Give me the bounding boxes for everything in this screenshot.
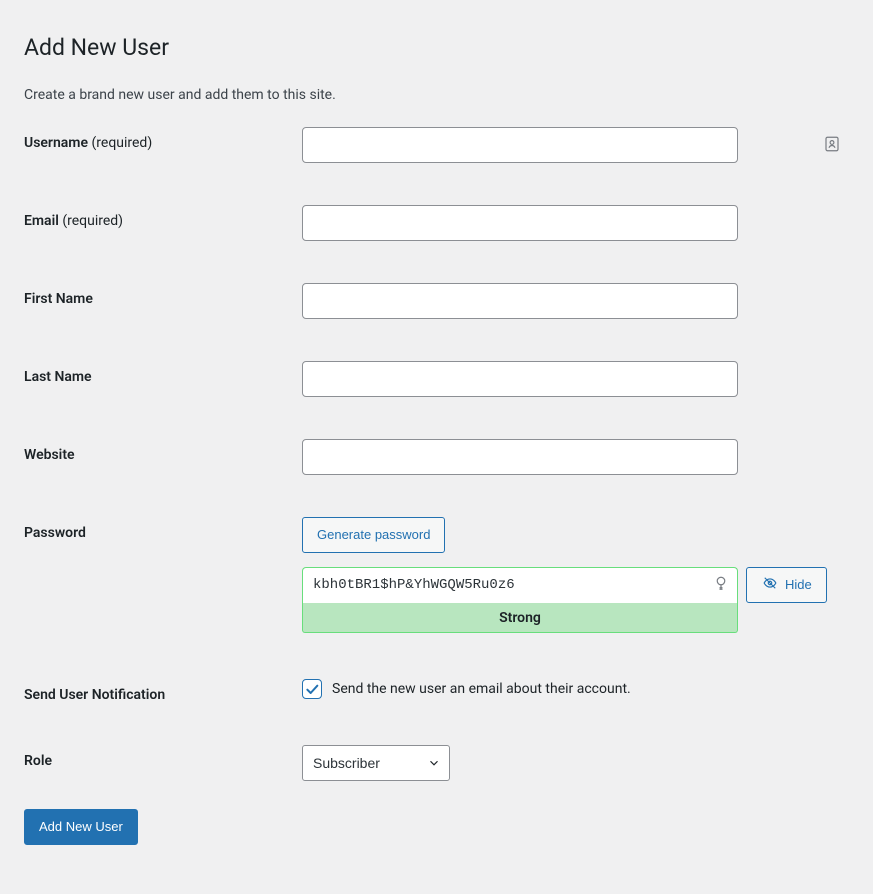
- key-icon: [712, 575, 730, 593]
- add-new-user-button[interactable]: Add New User: [24, 809, 138, 845]
- page-subtitle: Create a brand new user and add them to …: [24, 87, 849, 103]
- role-label: Role: [24, 745, 302, 769]
- website-label: Website: [24, 439, 302, 463]
- password-label: Password: [24, 517, 302, 541]
- role-select[interactable]: Subscriber: [302, 745, 450, 781]
- password-strength-meter: Strong: [302, 603, 738, 633]
- eye-slash-icon: [761, 576, 779, 593]
- generate-password-button[interactable]: Generate password: [302, 517, 445, 553]
- send-notification-description: Send the new user an email about their a…: [332, 681, 631, 697]
- email-input[interactable]: [302, 205, 738, 241]
- email-label: Email (required): [24, 205, 302, 229]
- password-input[interactable]: [302, 567, 738, 603]
- username-input[interactable]: [302, 127, 738, 163]
- send-notification-checkbox[interactable]: [302, 679, 322, 699]
- last-name-input[interactable]: [302, 361, 738, 397]
- hide-password-button[interactable]: Hide: [746, 567, 827, 603]
- first-name-label: First Name: [24, 283, 302, 307]
- first-name-input[interactable]: [302, 283, 738, 319]
- user-form: Username (required) Email (required) Fir…: [24, 127, 849, 845]
- contact-card-icon: [823, 135, 841, 153]
- last-name-label: Last Name: [24, 361, 302, 385]
- page-title: Add New User: [24, 24, 849, 67]
- send-notification-label: Send User Notification: [24, 679, 302, 703]
- website-input[interactable]: [302, 439, 738, 475]
- username-label: Username (required): [24, 127, 302, 151]
